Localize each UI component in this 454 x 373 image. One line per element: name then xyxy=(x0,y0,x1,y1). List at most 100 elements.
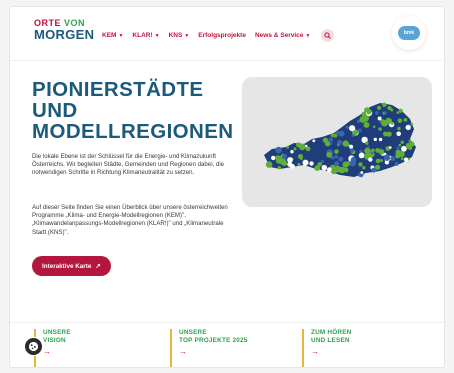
arrow-right-icon: → xyxy=(179,347,187,356)
map-region-dot xyxy=(321,164,328,171)
map-region-dot xyxy=(403,157,409,162)
map-region-dot xyxy=(403,118,408,122)
map-region-dot xyxy=(338,156,344,162)
map-region-dot xyxy=(378,137,383,142)
nav-item-klar[interactable]: KLAR! ▼ xyxy=(132,32,159,39)
site-header: ORTE VON MORGEN KEM ▼ KLAR! ▼ KNS ▼ Erfo… xyxy=(10,7,444,61)
interactive-map-button[interactable]: Interaktive Karte ↗ xyxy=(32,256,111,276)
nav-item-label: News & Service xyxy=(254,32,304,39)
map-region-dot xyxy=(397,126,401,131)
map-region-dot xyxy=(396,111,400,114)
teaser-title-line: UND LESEN xyxy=(311,337,350,344)
search-button[interactable] xyxy=(321,29,335,42)
logo[interactable]: ORTE VON MORGEN xyxy=(34,19,95,42)
map-region-dot xyxy=(389,146,392,149)
map-region-dot xyxy=(317,162,322,167)
austria-map-card[interactable] xyxy=(242,77,432,207)
logo-line2: MORGEN xyxy=(34,27,95,42)
main-nav: KEM ▼ KLAR! ▼ KNS ▼ Erfolgsprojekte News… xyxy=(102,29,335,42)
map-region-dot xyxy=(349,144,354,149)
map-region-dot xyxy=(286,145,289,149)
map-region-dot xyxy=(380,159,383,162)
map-region-dot xyxy=(349,125,356,132)
map-region-dot xyxy=(309,161,314,166)
map-region-dot xyxy=(334,165,342,173)
map-region-dot xyxy=(383,154,391,161)
map-region-dot xyxy=(396,146,400,150)
map-region-dot xyxy=(337,140,342,145)
map-region-dot xyxy=(345,125,349,129)
map-region-dot xyxy=(300,157,303,161)
nav-item-label: KEM xyxy=(102,32,117,39)
map-region-dot xyxy=(342,140,349,147)
map-region-dot xyxy=(265,161,273,168)
map-region-dot xyxy=(275,155,281,161)
map-region-dot xyxy=(349,148,355,153)
page-title-line: PIONIERSTÄDTE xyxy=(32,78,204,101)
map-region-dot xyxy=(375,111,379,115)
map-region-dot xyxy=(375,158,381,164)
map-region-dot xyxy=(397,118,403,123)
map-region-dot xyxy=(373,137,377,142)
map-region-dot xyxy=(405,142,412,150)
map-region-dot xyxy=(377,116,382,121)
map-region-dot xyxy=(355,130,359,133)
map-region-dot xyxy=(360,171,364,174)
map-region-dot xyxy=(410,122,414,126)
map-region-dot xyxy=(275,146,282,154)
map-region-dot xyxy=(350,156,357,163)
map-region-dot xyxy=(405,124,411,131)
chevron-down-icon: ▼ xyxy=(154,32,160,39)
map-region-dot xyxy=(330,142,333,145)
chevron-down-icon: ▼ xyxy=(118,32,124,39)
interactive-map-button-label: Interaktive Karte xyxy=(42,262,92,270)
nav-item-kem[interactable]: KEM ▼ xyxy=(102,32,123,39)
teaser-top-projekte[interactable]: UNSERE TOP PROJEKTE 2025 → xyxy=(170,329,248,367)
map-region-dot xyxy=(387,106,392,111)
map-region-dot xyxy=(326,152,333,158)
map-region-dot xyxy=(281,160,287,167)
map-region-dot xyxy=(357,128,362,133)
page: ORTE VON MORGEN KEM ▼ KLAR! ▼ KNS ▼ Erfo… xyxy=(9,6,445,368)
map-region-dot xyxy=(381,120,388,127)
map-region-dot xyxy=(370,151,374,155)
map-region-dot xyxy=(358,152,365,159)
map-region-dot xyxy=(391,122,394,125)
map-region-dot xyxy=(367,145,370,149)
map-region-dot xyxy=(366,108,372,115)
cookie-settings-button[interactable] xyxy=(24,337,43,356)
map-region-dot xyxy=(371,167,376,173)
page-title-line: MODELLREGIONEN xyxy=(32,120,234,143)
teaser-title-line: UNSERE xyxy=(179,329,207,336)
map-region-dot xyxy=(271,155,276,161)
map-region-dot xyxy=(297,162,301,167)
map-region-dot xyxy=(362,166,366,170)
chevron-down-icon: ▼ xyxy=(305,32,311,39)
programs-paragraph: Auf dieser Seite finden Sie einen Überbl… xyxy=(32,204,228,236)
nav-item-label: Erfolgsprojekte xyxy=(198,32,246,39)
map-region-dot xyxy=(386,131,392,137)
map-region-dot xyxy=(293,147,297,151)
map-region-dot xyxy=(398,143,402,147)
teaser-hoeren-lesen[interactable]: ZUM HÖREN UND LESEN → xyxy=(302,329,352,367)
nav-item-label: KLAR! xyxy=(132,32,153,39)
map-region-dot xyxy=(396,131,401,137)
map-region-dot xyxy=(359,116,367,123)
map-region-dot xyxy=(290,163,295,169)
teaser-title-line: TOP PROJEKTE 2025 xyxy=(179,337,248,344)
teaser-title-line: UNSERE xyxy=(43,329,71,336)
map-region-dot xyxy=(365,141,369,145)
page-title: PIONIERSTÄDTE UND MODELLREGIONEN xyxy=(32,79,234,142)
map-region-dot xyxy=(400,157,404,161)
map-region-dot xyxy=(334,161,340,167)
ministry-badge[interactable]: bmk xyxy=(392,16,426,50)
map-region-dot xyxy=(384,111,388,115)
map-region-dot xyxy=(378,127,382,131)
nav-item-erfolgsprojekte[interactable]: Erfolgsprojekte xyxy=(198,32,246,39)
map-region-dot xyxy=(378,149,385,155)
map-region-dot xyxy=(372,125,376,128)
nav-item-news-service[interactable]: News & Service ▼ xyxy=(255,32,310,39)
intro-paragraph: Die lokale Ebene ist der Schlüssel für d… xyxy=(32,153,225,177)
section-divider xyxy=(10,322,444,323)
nav-item-kns[interactable]: KNS ▼ xyxy=(169,32,190,39)
